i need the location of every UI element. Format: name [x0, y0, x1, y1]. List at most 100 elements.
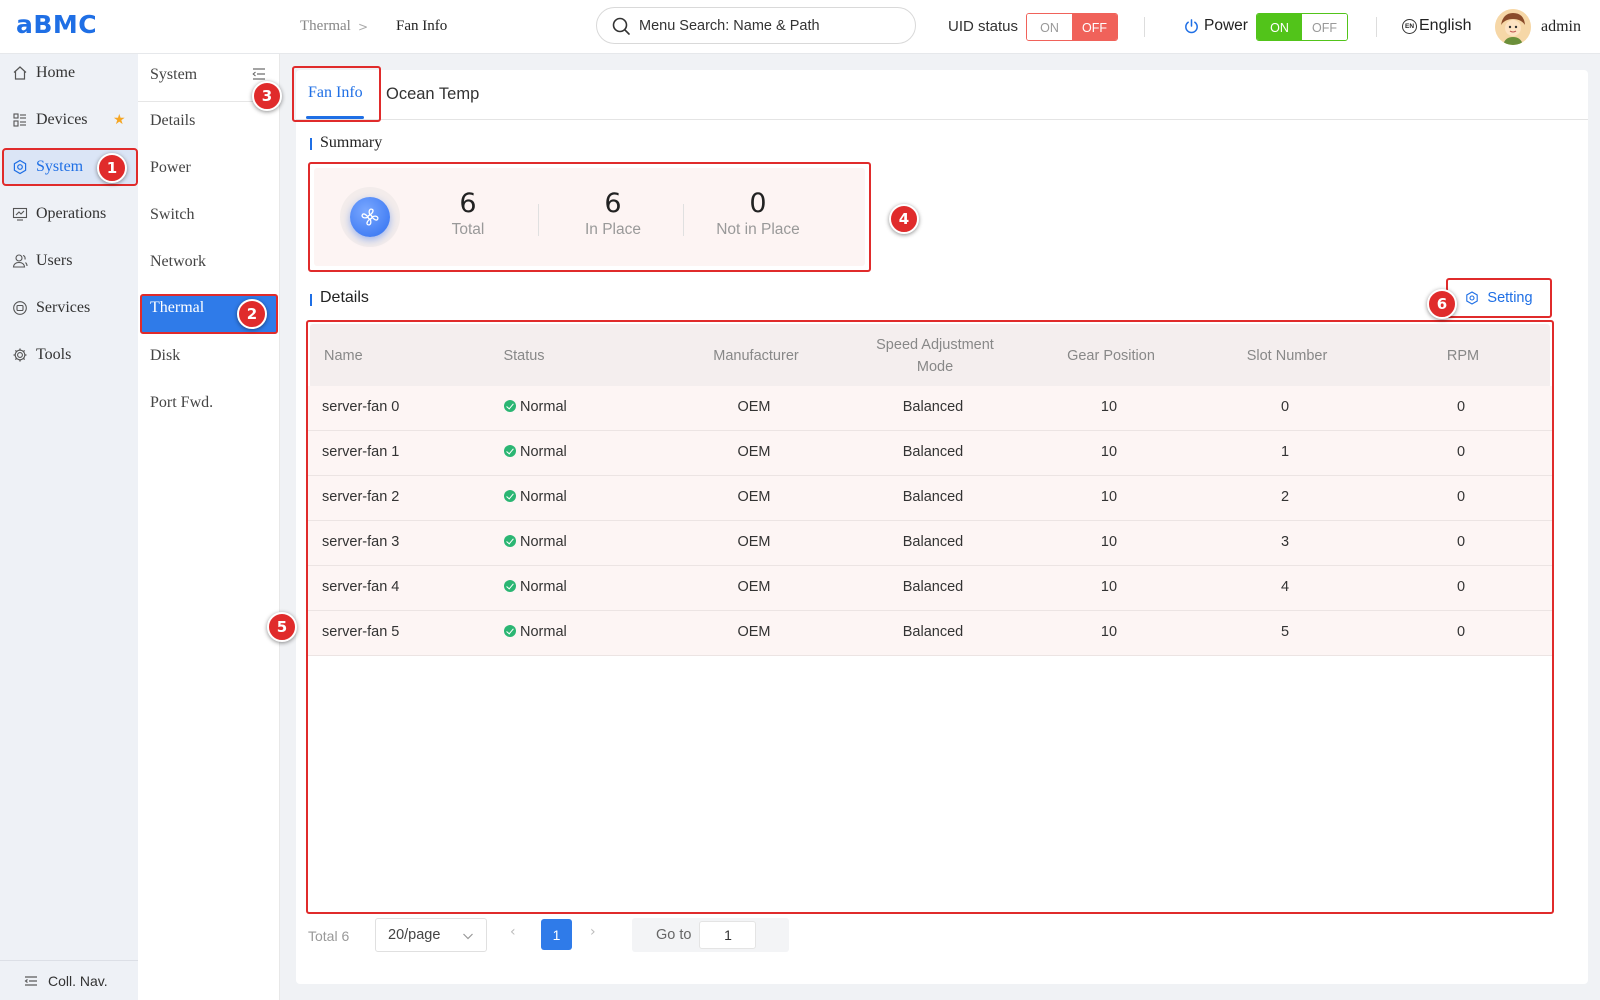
- subnav-item-disk[interactable]: Disk: [150, 347, 180, 365]
- fan-rpm: 0: [1456, 534, 1466, 550]
- fan-name: server-fan 4: [322, 579, 400, 595]
- table-row[interactable]: server-fan 1 Normal OEM Balanced 10 1 0: [308, 431, 1552, 476]
- page-size-value: 20/page: [388, 927, 441, 943]
- sidebar-item-home[interactable]: Home: [0, 50, 138, 96]
- fan-mode: Balanced: [902, 444, 964, 460]
- collapse-nav-button[interactable]: Coll. Nav.: [0, 960, 138, 1000]
- stat-in-place: 6 In Place: [553, 188, 673, 239]
- stat-total: 6 Total: [408, 188, 528, 239]
- callout-badge: 1: [97, 153, 127, 183]
- fan-gear: 10: [1100, 624, 1118, 640]
- breadcrumb-parent[interactable]: Thermal: [300, 18, 351, 35]
- check-circle-icon: [504, 445, 516, 457]
- services-icon: [13, 301, 27, 315]
- sub-navigation: System Details Power Switch Network Ther…: [138, 54, 280, 1000]
- sidebar-item-operations[interactable]: Operations: [0, 191, 138, 237]
- uid-toggle[interactable]: ON OFF: [1026, 13, 1118, 41]
- stat-value: 0: [749, 188, 767, 219]
- page-size-select[interactable]: 20/page: [375, 918, 487, 952]
- fan-name: server-fan 1: [322, 444, 400, 460]
- fan-slot: 1: [1280, 444, 1290, 460]
- search-input[interactable]: [639, 17, 899, 34]
- fan-manufacturer: OEM: [737, 444, 771, 460]
- column-header[interactable]: Status: [474, 345, 574, 367]
- avatar[interactable]: [1495, 9, 1531, 45]
- operations-icon: [12, 207, 28, 221]
- table-row[interactable]: server-fan 2 Normal OEM Balanced 10 2 0: [308, 476, 1552, 521]
- power-on-option[interactable]: ON: [1257, 14, 1302, 40]
- subnav-item-network[interactable]: Network: [150, 253, 206, 271]
- power-control: Power: [1183, 17, 1248, 35]
- column-header[interactable]: Manufacturer: [696, 345, 816, 367]
- chevron-down-icon: [463, 933, 473, 940]
- app-logo[interactable]: aBMC: [16, 10, 97, 39]
- tab-ocean-temp[interactable]: Ocean Temp: [386, 85, 479, 104]
- fan-name: server-fan 0: [322, 399, 400, 415]
- sidebar-item-label: Services: [36, 299, 91, 316]
- subnav-item-power[interactable]: Power: [150, 159, 191, 177]
- subnav-item-switch[interactable]: Switch: [150, 206, 194, 224]
- summary-title: Summary: [320, 134, 383, 151]
- fan-manufacturer: OEM: [737, 624, 771, 640]
- callout-badge: 4: [889, 204, 919, 234]
- fan-rpm: 0: [1456, 489, 1466, 505]
- table-row[interactable]: server-fan 5 Normal OEM Balanced 10 5 0: [308, 611, 1552, 656]
- stat-label: In Place: [584, 221, 641, 238]
- section-marker: [310, 138, 312, 150]
- column-header[interactable]: RPM: [1398, 345, 1528, 367]
- goto-page: Go to: [632, 918, 789, 952]
- fan-rpm: 0: [1456, 444, 1466, 460]
- system-icon: [13, 159, 27, 175]
- power-off-option[interactable]: OFF: [1302, 14, 1347, 40]
- column-header[interactable]: Speed Adjustment Mode: [870, 334, 1000, 378]
- fan-status: Normal: [504, 444, 567, 460]
- setting-button[interactable]: Setting: [1446, 278, 1552, 318]
- menu-fold-icon[interactable]: [252, 67, 266, 81]
- fan-manufacturer: OEM: [737, 489, 771, 505]
- check-circle-icon: [504, 400, 516, 412]
- stat-label: Total: [451, 221, 485, 238]
- page-number-current[interactable]: 1: [541, 919, 572, 950]
- favorite-star-icon[interactable]: ★: [113, 111, 126, 128]
- sidebar-item-services[interactable]: Services: [0, 285, 138, 331]
- menu-search[interactable]: [596, 7, 916, 44]
- details-title: Details: [320, 289, 369, 306]
- column-header[interactable]: Gear Position: [1046, 345, 1176, 367]
- fan-gear: 10: [1100, 579, 1118, 595]
- avatar-image: [1495, 9, 1531, 45]
- check-circle-icon: [504, 535, 516, 547]
- tab-fan-info[interactable]: Fan Info: [308, 84, 363, 102]
- fan-slot: 5: [1280, 624, 1290, 640]
- fan-rpm: 0: [1456, 399, 1466, 415]
- column-header[interactable]: Name: [324, 345, 363, 367]
- next-page-button[interactable]: ›: [590, 924, 596, 940]
- prev-page-button[interactable]: ‹: [510, 924, 516, 940]
- subnav-item-port-fwd[interactable]: Port Fwd.: [150, 394, 213, 412]
- uid-off-option[interactable]: OFF: [1072, 14, 1117, 40]
- uid-on-option[interactable]: ON: [1027, 14, 1072, 40]
- table-row[interactable]: server-fan 0 Normal OEM Balanced 10 0 0: [308, 386, 1552, 431]
- fan-mode: Balanced: [902, 534, 964, 550]
- power-label: Power: [1204, 17, 1248, 34]
- summary-card: 6 Total 6 In Place 0 Not in Place: [308, 162, 871, 272]
- fan-rpm: 0: [1456, 579, 1466, 595]
- fan-status: Normal: [504, 624, 567, 640]
- language-selector[interactable]: EN English: [1402, 17, 1471, 35]
- power-toggle[interactable]: ON OFF: [1256, 13, 1348, 41]
- section-marker: [310, 294, 312, 306]
- sidebar-item-tools[interactable]: Tools: [0, 332, 138, 378]
- header-divider: [1144, 17, 1145, 37]
- power-icon: [1185, 18, 1198, 33]
- fan-mode: Balanced: [902, 624, 964, 640]
- subnav-item-details[interactable]: Details: [150, 112, 195, 130]
- table-row[interactable]: server-fan 4 Normal OEM Balanced 10 4 0: [308, 566, 1552, 611]
- goto-page-input[interactable]: [699, 921, 757, 949]
- column-header[interactable]: Slot Number: [1222, 345, 1352, 367]
- setting-icon: [1466, 291, 1479, 305]
- user-name[interactable]: admin: [1541, 18, 1581, 36]
- sidebar-item-users[interactable]: Users: [0, 238, 138, 284]
- table-row[interactable]: server-fan 3 Normal OEM Balanced 10 3 0: [308, 521, 1552, 566]
- fan-status: Normal: [504, 534, 567, 550]
- stat-not-in-place: 0 Not in Place: [698, 188, 818, 239]
- subnav-item-thermal[interactable]: Thermal: [150, 299, 204, 317]
